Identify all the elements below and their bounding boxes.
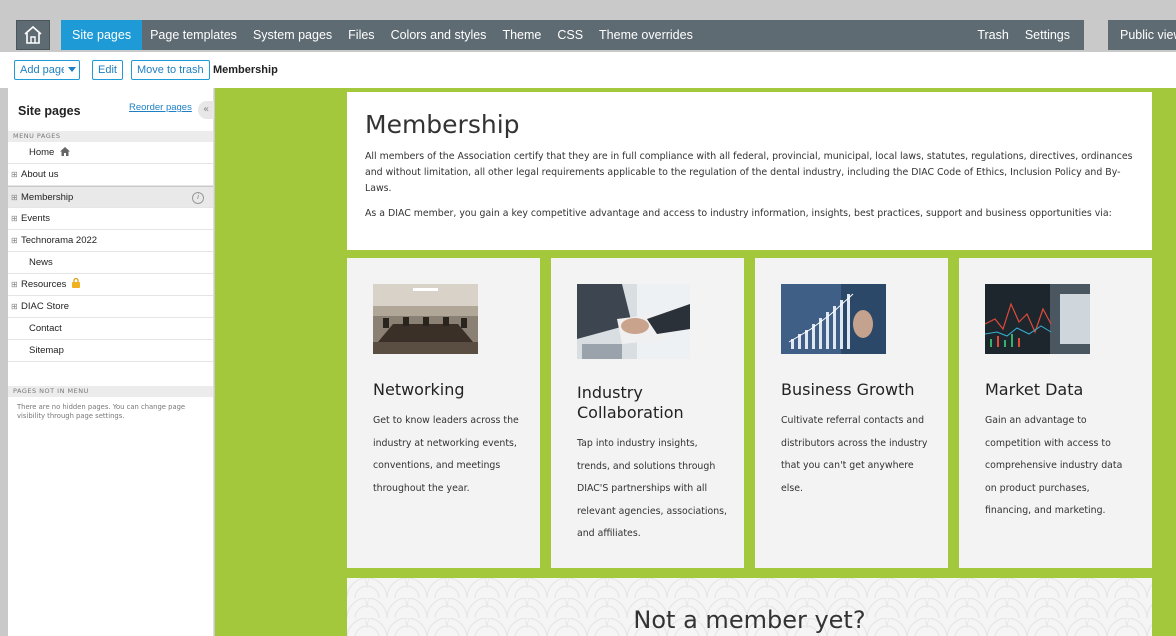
- card-title: Industry Collaboration: [577, 383, 684, 422]
- nav-colors-and-styles[interactable]: Colors and styles: [383, 20, 495, 50]
- card-text: Tap into industry insights, trends, and …: [577, 438, 728, 539]
- handshake-photo: [577, 284, 690, 359]
- nav-files[interactable]: Files: [340, 20, 382, 50]
- page-heading: Membership: [365, 110, 520, 139]
- sidebar-item-resources[interactable]: ⊞ Resources: [8, 274, 213, 296]
- sidebar-item-sitemap[interactable]: Sitemap: [8, 340, 213, 362]
- nav-settings[interactable]: Settings: [1017, 20, 1084, 50]
- collapse-sidebar-icon[interactable]: «: [198, 101, 214, 119]
- expand-icon[interactable]: ⊞: [11, 187, 18, 208]
- nav-trash[interactable]: Trash: [969, 20, 1017, 50]
- card-title: Market Data: [985, 380, 1084, 399]
- card-industry-collaboration[interactable]: Industry Collaboration Tap into industry…: [551, 258, 744, 568]
- card-market-data[interactable]: Market Data Gain an advantage to competi…: [959, 258, 1152, 568]
- intro-paragraph-1: All members of the Association certify t…: [365, 151, 1133, 194]
- main-nav: Site pages Page templates System pages F…: [61, 20, 1084, 50]
- home-button[interactable]: [16, 20, 50, 50]
- sidebar-item-label: Membership: [21, 192, 74, 203]
- sidebar-item-diac-store[interactable]: ⊞ DIAC Store: [8, 296, 213, 318]
- intro-paragraph-2: As a DIAC member, you gain a key competi…: [365, 208, 1112, 219]
- expand-icon[interactable]: ⊞: [11, 274, 18, 295]
- site-pages-sidebar: Site pages Reorder pages « MENU PAGES Ho…: [8, 88, 214, 636]
- nav-css[interactable]: CSS: [549, 20, 591, 50]
- nav-page-templates[interactable]: Page templates: [142, 20, 245, 50]
- move-to-trash-button[interactable]: Move to trash: [131, 60, 210, 80]
- sidebar-item-label: News: [29, 257, 53, 268]
- growth-chart-photo: [781, 284, 886, 354]
- reorder-pages-link[interactable]: Reorder pages: [129, 102, 192, 113]
- hidden-pages-note: There are no hidden pages. You can chang…: [17, 403, 186, 420]
- house-icon: [59, 147, 70, 156]
- sidebar-item-events[interactable]: ⊞ Events: [8, 208, 213, 230]
- current-page-title: Membership: [213, 64, 278, 76]
- conference-room-photo: [373, 284, 478, 354]
- sidebar-item-membership[interactable]: ⊞ Membership i: [8, 186, 213, 208]
- add-page-dropdown[interactable]: [64, 60, 80, 80]
- home-icon: [24, 25, 42, 44]
- sidebar-item-technorama[interactable]: ⊞ Technorama 2022: [8, 230, 213, 252]
- sidebar-item-label: Technorama 2022: [21, 235, 98, 246]
- nav-system-pages[interactable]: System pages: [245, 20, 340, 50]
- sidebar-item-label-text: Home: [29, 147, 55, 158]
- lock-icon: [72, 277, 81, 288]
- sidebar-item-label: Home: [29, 142, 70, 163]
- banner-title: Not a member yet?: [633, 606, 866, 634]
- info-icon[interactable]: i: [192, 192, 204, 204]
- card-business-growth[interactable]: Business Growth Cultivate referral conta…: [755, 258, 948, 568]
- sidebar-item-label: About us: [21, 169, 59, 180]
- public-view-button[interactable]: Public view: [1108, 20, 1176, 50]
- expand-icon[interactable]: ⊞: [11, 296, 18, 317]
- benefit-cards: Networking Get to know leaders across th…: [347, 258, 1152, 568]
- join-banner[interactable]: Not a member yet?: [347, 578, 1152, 636]
- card-networking[interactable]: Networking Get to know leaders across th…: [347, 258, 540, 568]
- card-text: Cultivate referral contacts and distribu…: [781, 415, 928, 494]
- stock-chart-photo: [984, 284, 1090, 354]
- page-toolbar: Add page Edit Move to trash Membership: [0, 52, 1176, 88]
- card-title: Business Growth: [781, 380, 915, 399]
- sidebar-item-news[interactable]: News: [8, 252, 213, 274]
- caret-down-icon: [67, 67, 76, 72]
- edit-button[interactable]: Edit: [92, 60, 123, 80]
- expand-icon[interactable]: ⊞: [11, 208, 18, 229]
- page-canvas: Membership All members of the Associatio…: [215, 88, 1176, 636]
- sidebar-item-label-text: Resources: [21, 279, 67, 290]
- sidebar-item-label: Resources: [21, 274, 81, 295]
- nav-theme-overrides[interactable]: Theme overrides: [591, 20, 701, 50]
- top-bar: Site pages Page templates System pages F…: [8, 20, 1176, 50]
- intro-section[interactable]: Membership All members of the Associatio…: [347, 92, 1152, 250]
- sidebar-item-label: Events: [21, 213, 51, 224]
- card-text: Get to know leaders across the industry …: [373, 415, 519, 494]
- sidebar-item-label: DIAC Store: [21, 301, 70, 312]
- nav-theme[interactable]: Theme: [494, 20, 549, 50]
- sidebar-item-about-us[interactable]: ⊞ About us: [8, 164, 213, 186]
- card-title: Networking: [373, 380, 465, 399]
- card-text: Gain an advantage to competition with ac…: [985, 415, 1123, 516]
- pages-not-in-menu-section: PAGES NOT IN MENU: [8, 386, 213, 397]
- sidebar-item-home[interactable]: Home: [8, 142, 213, 164]
- expand-icon[interactable]: ⊞: [11, 230, 18, 251]
- sidebar-title: Site pages: [18, 104, 81, 118]
- sidebar-item-contact[interactable]: Contact: [8, 318, 213, 340]
- sidebar-item-label: Sitemap: [29, 345, 64, 356]
- nav-site-pages[interactable]: Site pages: [61, 20, 143, 50]
- sidebar-header: Site pages Reorder pages «: [8, 88, 214, 128]
- expand-icon[interactable]: ⊞: [11, 164, 18, 185]
- sidebar-item-label: Contact: [29, 323, 62, 334]
- menu-pages-section: MENU PAGES: [8, 131, 213, 142]
